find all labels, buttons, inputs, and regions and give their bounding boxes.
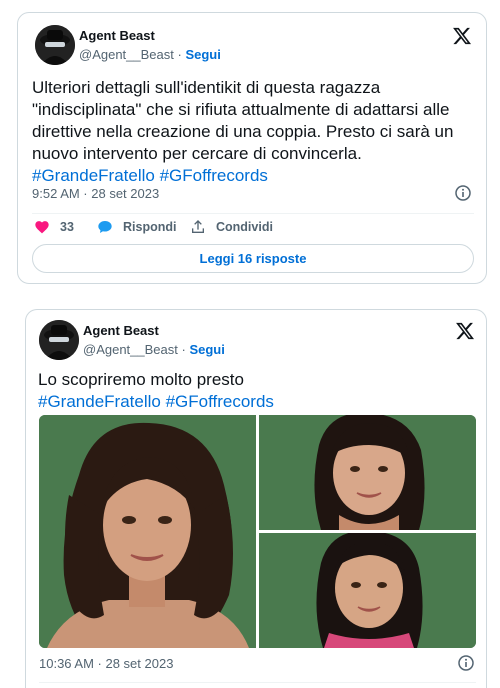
divider (39, 682, 476, 683)
read-replies-button[interactable]: Leggi 16 risposte (32, 244, 474, 273)
follow-button[interactable]: Segui (185, 47, 220, 62)
reply-button[interactable]: Rispondi (97, 219, 176, 235)
hashtags[interactable]: #GrandeFratello #GFoffrecords (32, 166, 268, 185)
share-upload-icon (192, 220, 204, 233)
avatar[interactable] (35, 25, 75, 65)
tweet-card-2: Agent Beast @Agent__Beast · Segui Lo sco… (25, 309, 487, 688)
tweet-text: Lo scopriremo molto presto #GrandeFratel… (38, 369, 478, 413)
share-label: Condividi (216, 220, 273, 234)
photo-woman-curly-hair[interactable] (39, 415, 256, 648)
handle-row: @Agent__Beast · Segui (83, 342, 225, 357)
separator: · (177, 342, 190, 357)
speech-bubble-icon (98, 221, 112, 233)
author-handle[interactable]: @Agent__Beast (83, 342, 178, 357)
avatar[interactable] (39, 320, 79, 360)
author-handle[interactable]: @Agent__Beast (79, 47, 174, 62)
follow-button[interactable]: Segui (189, 342, 224, 357)
divider (32, 213, 474, 214)
reply-label: Rispondi (123, 220, 177, 234)
hashtags[interactable]: #GrandeFratello #GFoffrecords (38, 392, 274, 411)
heart-icon (35, 221, 49, 234)
share-button[interactable]: Condividi (190, 219, 273, 235)
timestamp[interactable]: 9:52 AM · 28 set 2023 (32, 186, 159, 201)
tweet-card-1: Agent Beast @Agent__Beast · Segui Ulteri… (17, 12, 487, 284)
info-icon[interactable] (455, 185, 471, 201)
author-name[interactable]: Agent Beast (79, 28, 155, 43)
timestamp[interactable]: 10:36 AM · 28 set 2023 (39, 656, 173, 671)
like-count: 33 (60, 220, 74, 234)
photo-woman-bangs[interactable] (259, 415, 476, 530)
photo-woman-dark-hair[interactable] (259, 533, 476, 648)
x-logo-icon[interactable] (455, 321, 475, 341)
handle-row: @Agent__Beast · Segui (79, 47, 221, 62)
tweet-body: Lo scopriremo molto presto (38, 370, 244, 389)
separator: · (173, 47, 186, 62)
x-logo-icon[interactable] (452, 26, 472, 46)
author-name[interactable]: Agent Beast (83, 323, 159, 338)
tweet-text: Ulteriori dettagli sull'identikit di que… (32, 77, 478, 187)
info-icon[interactable] (458, 655, 474, 671)
tweet-body: Ulteriori dettagli sull'identikit di que… (32, 78, 454, 163)
media-grid[interactable] (39, 415, 476, 648)
like-button[interactable]: 33 (34, 219, 74, 235)
